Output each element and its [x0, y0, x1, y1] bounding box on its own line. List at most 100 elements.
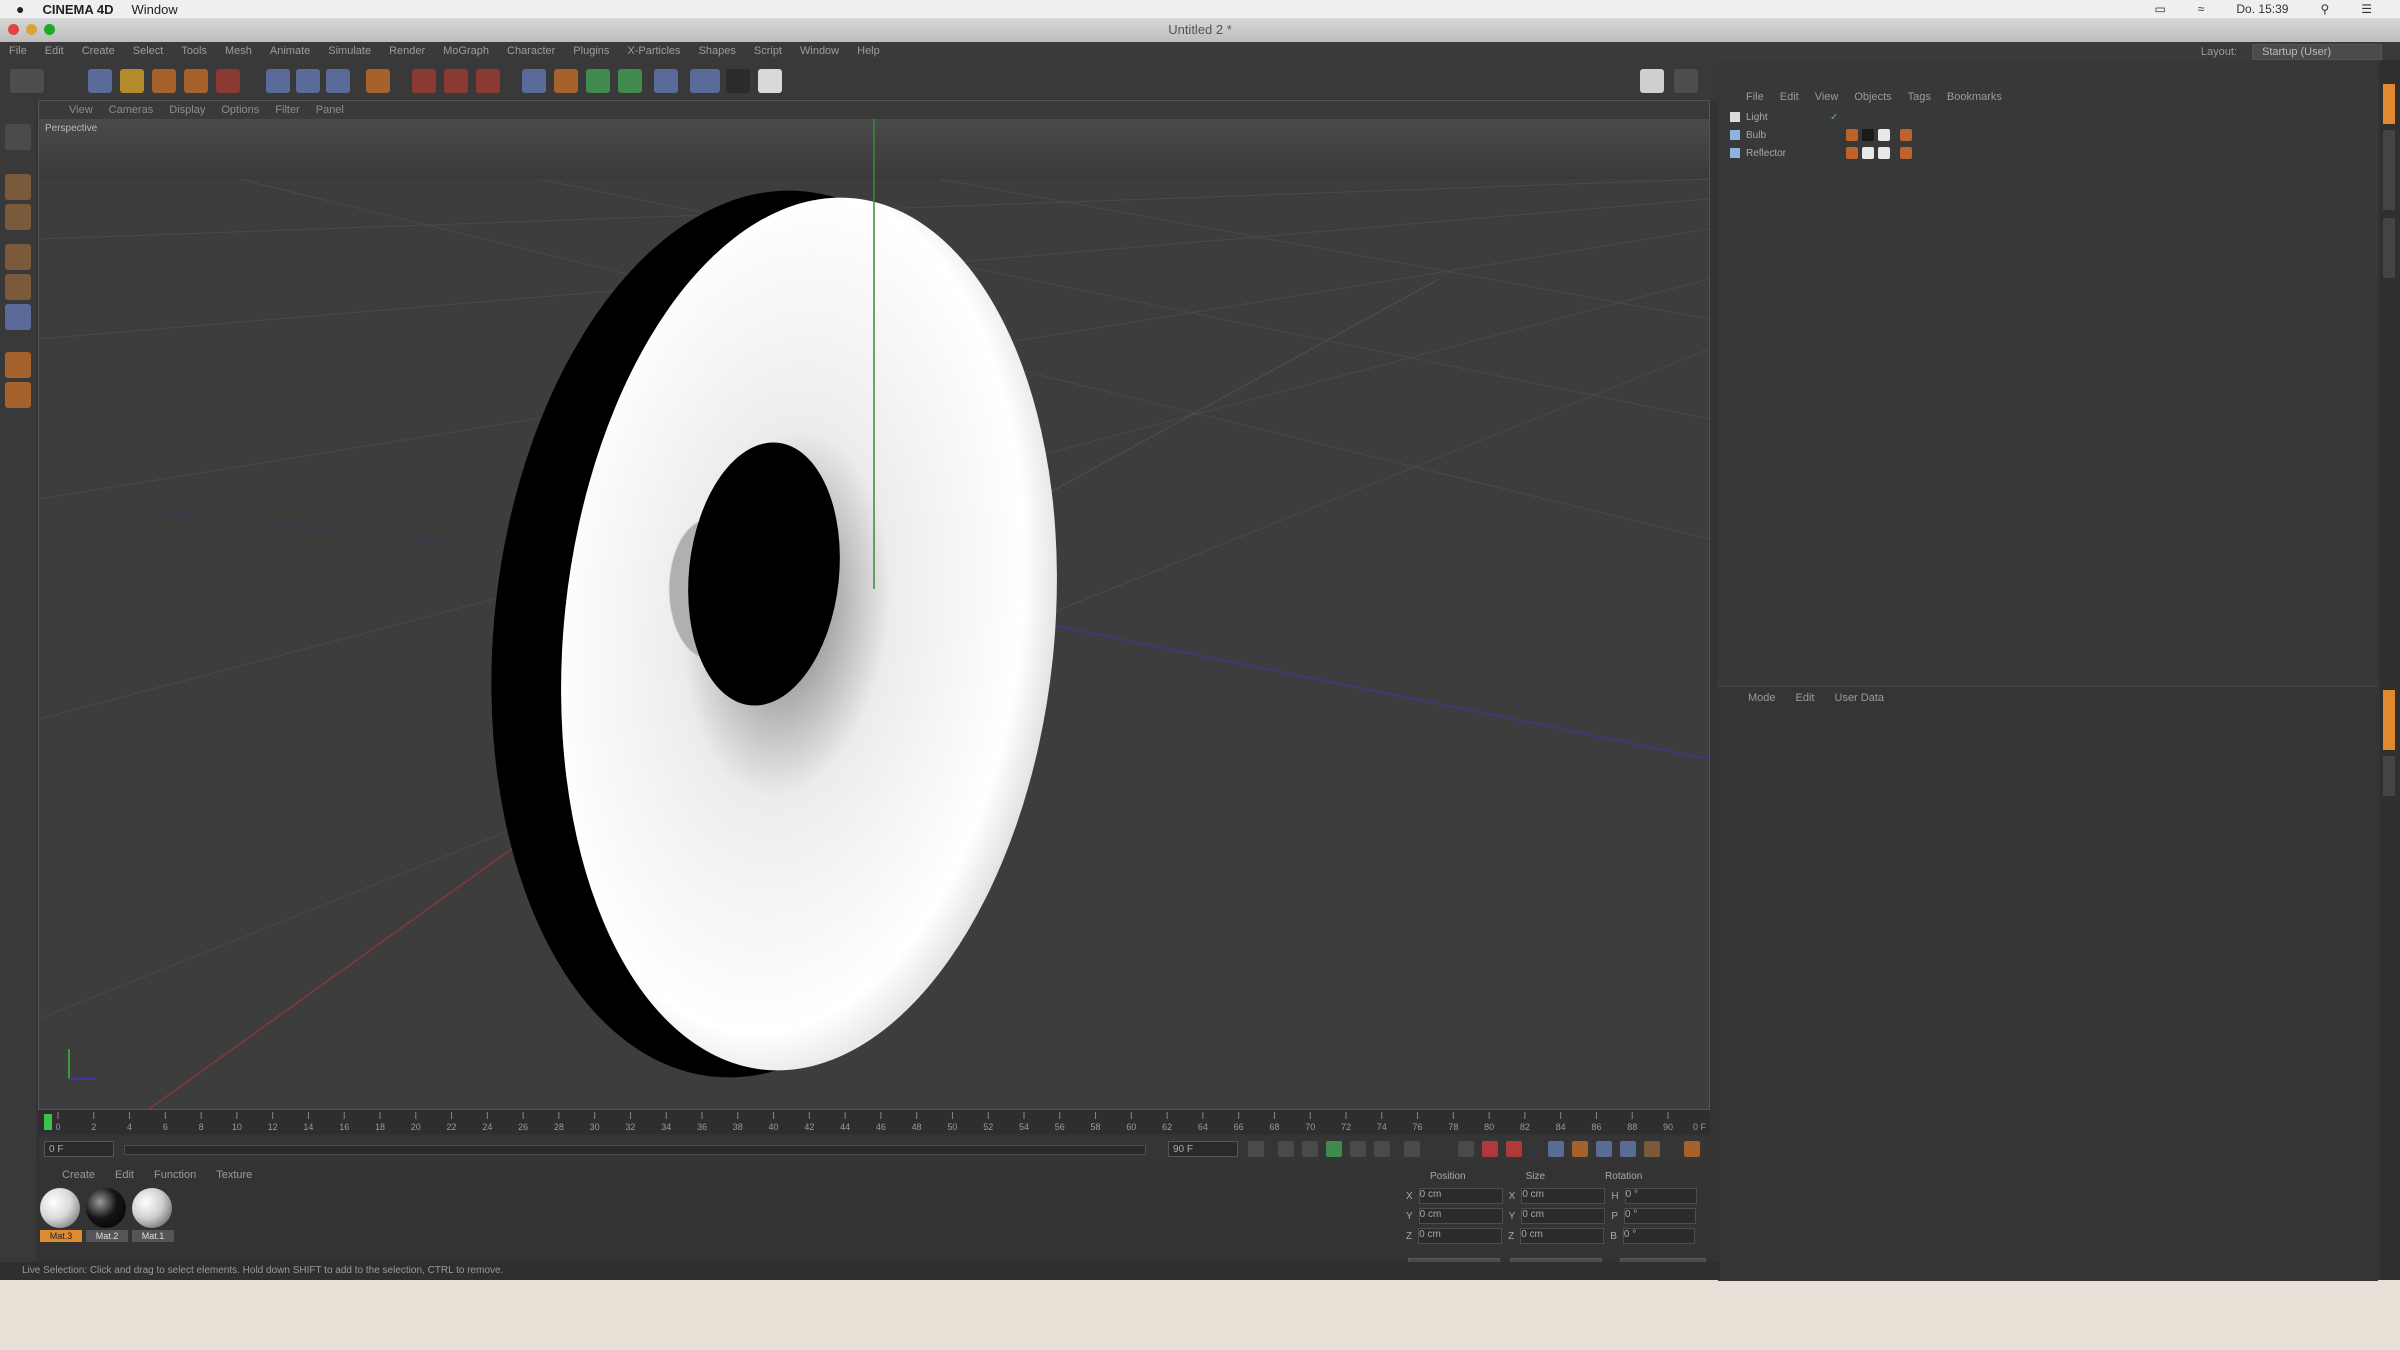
om-menu-edit[interactable]: Edit	[1772, 91, 1807, 103]
object-row[interactable]: Bulb	[1730, 126, 2370, 144]
cube-icon[interactable]	[522, 69, 546, 93]
am-menu-mode[interactable]: Mode	[1738, 692, 1786, 704]
menu-mesh[interactable]: Mesh	[216, 45, 261, 57]
spotlight-icon[interactable]: ⚲	[2320, 2, 2329, 16]
z-axis-lock-icon[interactable]	[326, 69, 350, 93]
wifi-icon[interactable]: ≈	[2198, 2, 2205, 16]
rotation-b-field[interactable]: 0 °	[1622, 1228, 1695, 1244]
clock[interactable]: Do. 15:39	[2236, 2, 2288, 16]
camera-icon[interactable]	[726, 69, 750, 93]
live-selection-icon[interactable]	[88, 69, 112, 93]
goto-start-icon[interactable]	[1248, 1141, 1264, 1157]
position-z-field[interactable]: 0 cm	[1418, 1228, 1503, 1244]
tag-icon[interactable]	[1900, 129, 1912, 141]
position-x-field[interactable]: 0 cm	[1418, 1188, 1503, 1204]
timeline-ruler[interactable]: 0 2 4 6 8 10 12 14 16 18 20 22 24 26 28 30 32 34 36 38 40 42 4…	[38, 1110, 1710, 1134]
render-view-icon[interactable]	[412, 69, 436, 93]
move-icon[interactable]	[120, 69, 144, 93]
mac-menu-window[interactable]: Window	[132, 2, 178, 17]
make-editable-icon[interactable]	[5, 124, 31, 150]
object-row[interactable]: Reflector	[1730, 144, 2370, 162]
menu-animate[interactable]: Animate	[261, 45, 319, 57]
size-z-field[interactable]: 0 cm	[1520, 1228, 1605, 1244]
layout-select[interactable]: Startup (User)	[2252, 44, 2382, 60]
scale-icon[interactable]	[152, 69, 176, 93]
vp-menu-filter[interactable]: Filter	[267, 104, 307, 116]
menu-window[interactable]: Window	[791, 45, 848, 57]
deformer-icon[interactable]	[654, 69, 678, 93]
menu-plugins[interactable]: Plugins	[564, 45, 618, 57]
size-y-field[interactable]: 0 cm	[1521, 1208, 1606, 1224]
key-point-level-icon[interactable]	[1644, 1141, 1660, 1157]
prev-key-icon[interactable]	[1278, 1141, 1294, 1157]
content-browser-tab[interactable]	[2383, 130, 2395, 210]
model-mode-icon[interactable]	[5, 174, 31, 200]
next-key-icon[interactable]	[1374, 1141, 1390, 1157]
tag-icon[interactable]	[1900, 147, 1912, 159]
key-scale-icon[interactable]	[1572, 1141, 1588, 1157]
material-tag-icon[interactable]	[1878, 147, 1890, 159]
attributes-tab[interactable]	[2383, 690, 2395, 750]
menu-render[interactable]: Render	[380, 45, 434, 57]
vp-menu-cameras[interactable]: Cameras	[101, 104, 162, 116]
x-axis-lock-icon[interactable]	[266, 69, 290, 93]
menu-help[interactable]: Help	[848, 45, 889, 57]
minimize-button[interactable]	[26, 24, 37, 35]
rotation-h-field[interactable]: 0 °	[1624, 1188, 1697, 1204]
menu-script[interactable]: Script	[745, 45, 791, 57]
size-x-field[interactable]: 0 cm	[1521, 1188, 1606, 1204]
material-tag-icon[interactable]	[1862, 129, 1874, 141]
layers-tab[interactable]	[2383, 756, 2395, 796]
menu-character[interactable]: Character	[498, 45, 564, 57]
menu-tools[interactable]: Tools	[172, 45, 216, 57]
render-settings-icon[interactable]	[476, 69, 500, 93]
battery-icon[interactable]: ▭	[2154, 2, 2165, 16]
am-menu-user-data[interactable]: User Data	[1825, 692, 1895, 704]
om-menu-tags[interactable]: Tags	[1900, 91, 1939, 103]
frame-range-slider[interactable]	[124, 1145, 1146, 1155]
menu-mograph[interactable]: MoGraph	[434, 45, 498, 57]
mat-menu-create[interactable]: Create	[52, 1169, 105, 1181]
key-position-icon[interactable]	[1548, 1141, 1564, 1157]
coordinate-system-icon[interactable]	[366, 69, 390, 93]
mac-app-name[interactable]: CINEMA 4D	[42, 2, 113, 17]
start-frame-field[interactable]: 0 F	[44, 1141, 114, 1157]
menu-select[interactable]: Select	[124, 45, 173, 57]
rotation-p-field[interactable]: 0 °	[1624, 1208, 1697, 1224]
vp-menu-display[interactable]: Display	[161, 104, 213, 116]
tag-icon[interactable]	[1846, 147, 1858, 159]
undo-icon[interactable]	[10, 69, 44, 93]
vp-menu-view[interactable]: View	[61, 104, 101, 116]
pen-icon[interactable]	[554, 69, 578, 93]
prev-frame-icon[interactable]	[1302, 1141, 1318, 1157]
apple-icon[interactable]: ●	[16, 1, 24, 17]
mat-menu-function[interactable]: Function	[144, 1169, 206, 1181]
polygons-mode-icon[interactable]	[5, 304, 31, 330]
playhead[interactable]	[44, 1114, 52, 1130]
auto-key-icon[interactable]	[1506, 1141, 1522, 1157]
goto-end-icon[interactable]	[1404, 1141, 1420, 1157]
play-icon[interactable]	[1326, 1141, 1342, 1157]
om-menu-bookmarks[interactable]: Bookmarks	[1939, 91, 2010, 103]
material-tag-icon[interactable]	[1878, 129, 1890, 141]
viewport-canvas[interactable]	[39, 119, 1709, 1109]
array-icon[interactable]	[618, 69, 642, 93]
position-y-field[interactable]: 0 cm	[1418, 1208, 1503, 1224]
material-swatch[interactable]: Mat.1	[132, 1188, 174, 1242]
menu-simulate[interactable]: Simulate	[319, 45, 380, 57]
menu-edit[interactable]: Edit	[36, 45, 73, 57]
layout-grid-icon[interactable]	[1640, 69, 1664, 93]
timeline-window-icon[interactable]	[1684, 1141, 1700, 1157]
edges-mode-icon[interactable]	[5, 274, 31, 300]
end-frame-field[interactable]: 90 F	[1168, 1141, 1238, 1157]
vp-menu-panel[interactable]: Panel	[308, 104, 352, 116]
vp-menu-options[interactable]: Options	[213, 104, 267, 116]
objects-tab[interactable]	[2383, 84, 2395, 124]
menu-x-particles[interactable]: X-Particles	[618, 45, 689, 57]
close-button[interactable]	[8, 24, 19, 35]
texture-mode-icon[interactable]	[5, 204, 31, 230]
axis-mode-icon[interactable]	[5, 352, 31, 378]
menu-file[interactable]: File	[0, 45, 36, 57]
render-picture-viewer-icon[interactable]	[444, 69, 468, 93]
mat-menu-edit[interactable]: Edit	[105, 1169, 144, 1181]
